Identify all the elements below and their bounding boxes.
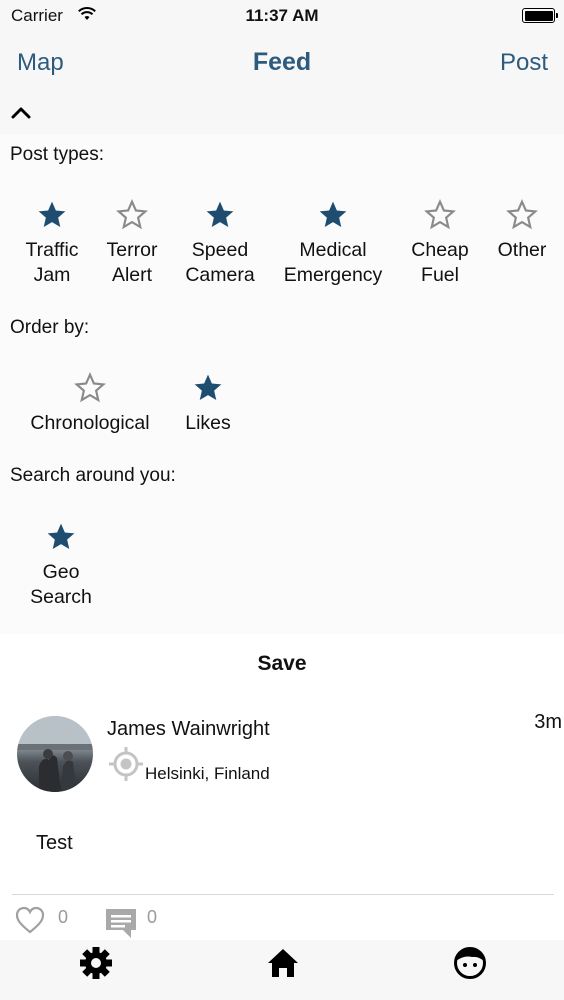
location-target-icon: [109, 747, 143, 781]
star-icon: [47, 523, 75, 549]
face-icon[interactable]: [450, 945, 490, 981]
avatar[interactable]: [17, 716, 93, 792]
star-icon: [206, 201, 234, 227]
like-count: 0: [58, 907, 69, 927]
save-button[interactable]: Save: [0, 652, 564, 676]
order-likes[interactable]: Likes: [148, 372, 268, 436]
avatar-photo: [17, 716, 93, 792]
star-icon: [194, 374, 222, 400]
status-time: 11:37 AM: [245, 6, 319, 25]
search-option-label: Geo Search: [30, 561, 92, 608]
post-type-other[interactable]: Other: [462, 199, 564, 263]
post-types-label: Post types:: [10, 144, 104, 165]
post-time: 3m: [534, 711, 562, 733]
order-chronological[interactable]: Chronological: [30, 372, 150, 436]
battery-icon: [522, 8, 558, 23]
home-icon[interactable]: [263, 945, 303, 981]
gear-icon[interactable]: [76, 945, 116, 981]
divider: [12, 894, 554, 895]
post-body: Test: [36, 832, 73, 854]
page-title: Feed: [252, 48, 312, 76]
star-outline-icon: [116, 199, 148, 230]
navigation-bar: Map Feed Post: [0, 32, 564, 96]
star-outline-icon: [424, 199, 456, 230]
search-around-label: Search around you:: [10, 465, 176, 486]
post-type-label: Speed Camera: [185, 239, 255, 286]
post-location: Helsinki, Finland: [145, 764, 270, 783]
order-option-label: Chronological: [30, 412, 150, 434]
post-author[interactable]: James Wainwright: [107, 718, 270, 741]
post-type-speed-camera[interactable]: Speed Camera: [160, 199, 280, 288]
post-type-medical-emergency[interactable]: Medical Emergency: [273, 199, 393, 288]
chevron-up-icon[interactable]: [11, 106, 31, 120]
heart-icon[interactable]: [15, 906, 45, 934]
filter-collapse-bar[interactable]: [0, 96, 564, 134]
star-icon: [38, 201, 66, 227]
geo-search-option[interactable]: Geo Search: [1, 521, 121, 610]
map-button[interactable]: Map: [17, 49, 64, 77]
order-option-label: Likes: [185, 412, 231, 434]
comment-count: 0: [147, 907, 158, 927]
post-type-label: Other: [497, 239, 547, 261]
star-outline-icon: [74, 372, 106, 403]
order-by-label: Order by:: [10, 317, 90, 338]
post-type-label: Medical Emergency: [283, 239, 383, 286]
comment-icon[interactable]: [104, 906, 138, 940]
star-icon: [319, 201, 347, 227]
star-outline-icon: [506, 199, 538, 230]
post-button[interactable]: Post: [500, 49, 548, 77]
